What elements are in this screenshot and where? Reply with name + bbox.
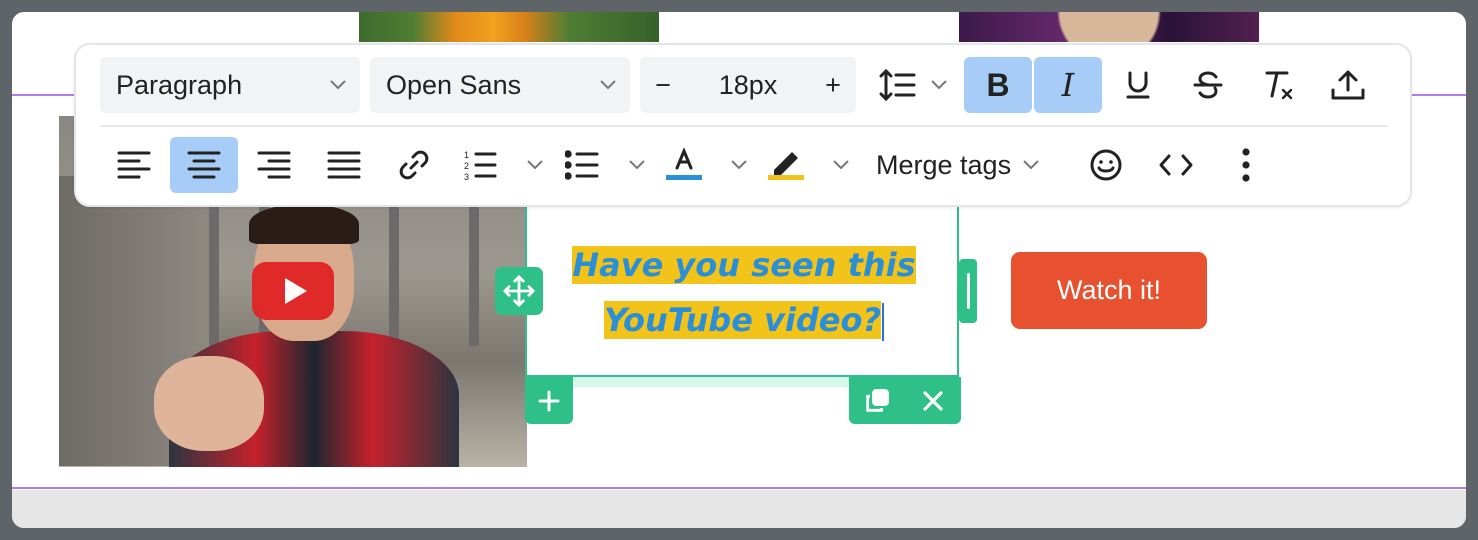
justify-icon <box>327 151 361 179</box>
italic-icon: I <box>1061 66 1075 104</box>
watch-it-button[interactable]: Watch it! <box>1011 252 1207 329</box>
line-height-button[interactable] <box>870 57 926 113</box>
toolbar-divider <box>100 125 1388 127</box>
clear-formatting-icon <box>1265 71 1293 100</box>
highlight-color-dropdown[interactable] <box>826 137 856 193</box>
thumb-hand <box>154 356 264 451</box>
underline-icon <box>1126 71 1150 99</box>
underline-button[interactable] <box>1104 57 1172 113</box>
more-options-button[interactable] <box>1212 137 1280 193</box>
svg-text:1: 1 <box>464 150 469 160</box>
align-right-icon <box>257 151 291 179</box>
line-height-icon <box>879 68 916 102</box>
link-button[interactable] <box>380 137 448 193</box>
emoji-icon <box>1090 149 1122 181</box>
resize-handle[interactable] <box>959 259 977 323</box>
chevron-down-icon <box>833 160 849 170</box>
duplicate-icon <box>866 388 889 412</box>
heading-text[interactable]: Have you seen this YouTube video? <box>527 238 961 348</box>
strikethrough-button[interactable] <box>1174 57 1242 113</box>
text-block-selected[interactable]: Have you seen this YouTube video? <box>525 192 959 377</box>
heading-line-2: YouTube video? <box>603 301 882 339</box>
font-family-select[interactable]: Open Sans <box>370 57 630 113</box>
align-left-button[interactable] <box>100 137 168 193</box>
svg-text:3: 3 <box>464 172 469 182</box>
cat-space-image[interactable] <box>959 12 1259 42</box>
thumb-hair <box>249 204 359 244</box>
highlighter-icon <box>768 152 804 180</box>
add-block-button[interactable] <box>525 377 573 424</box>
duplicate-button[interactable] <box>849 377 905 424</box>
align-right-button[interactable] <box>240 137 308 193</box>
align-center-icon <box>187 151 221 179</box>
italic-button[interactable]: I <box>1034 57 1102 113</box>
code-icon <box>1159 154 1193 176</box>
delete-button[interactable] <box>905 377 961 424</box>
upload-tray-icon <box>1331 70 1365 100</box>
bullet-list-dropdown[interactable] <box>622 137 652 193</box>
text-formatting-toolbar: Paragraph Open Sans − 18px + B I 1 2 3 M… <box>74 43 1412 207</box>
numbered-list-dropdown[interactable] <box>520 137 550 193</box>
heading-line-1: Have you seen this <box>572 246 916 284</box>
chevron-down-icon <box>316 79 360 91</box>
move-handle[interactable] <box>495 267 543 315</box>
block-format-value: Paragraph <box>116 69 243 100</box>
font-family-value: Open Sans <box>386 69 522 100</box>
resize-grip <box>966 273 970 309</box>
close-icon <box>923 390 943 411</box>
chevron-down-icon <box>1011 159 1051 171</box>
chevron-down-icon <box>586 79 630 91</box>
chevron-down-icon <box>931 80 947 90</box>
merge-tags-dropdown[interactable]: Merge tags <box>876 137 1051 193</box>
move-arrows-icon <box>503 275 535 307</box>
sunflower-image[interactable] <box>359 12 659 42</box>
merge-tags-label: Merge tags <box>876 149 1012 180</box>
chevron-down-icon <box>731 160 747 170</box>
highlight-color-button[interactable] <box>756 137 816 193</box>
text-color-icon <box>666 148 702 180</box>
font-size-value[interactable]: 18px <box>719 70 778 101</box>
editor-footer-area <box>12 490 1466 528</box>
svg-text:2: 2 <box>464 161 469 171</box>
block-actions <box>849 377 961 424</box>
row-outline-bottom <box>12 487 1466 489</box>
increase-font-size-button[interactable]: + <box>810 70 856 101</box>
chevron-down-icon <box>527 160 543 170</box>
youtube-play-button[interactable] <box>252 262 334 320</box>
text-color-dropdown[interactable] <box>724 137 754 193</box>
more-vertical-icon <box>1242 148 1250 182</box>
source-code-button[interactable] <box>1142 137 1210 193</box>
line-height-dropdown[interactable] <box>924 57 954 113</box>
block-format-select[interactable]: Paragraph <box>100 57 360 113</box>
bold-icon: B <box>986 66 1010 103</box>
justify-button[interactable] <box>310 137 378 193</box>
numbered-list-icon: 123 <box>464 150 497 182</box>
emoji-button[interactable] <box>1072 137 1140 193</box>
text-cursor <box>882 303 885 341</box>
bullet-list-button[interactable] <box>552 137 612 193</box>
link-icon <box>399 150 429 180</box>
bold-button[interactable]: B <box>964 57 1032 113</box>
email-editor-canvas: Have you seen this YouTube video? Watch … <box>12 12 1466 528</box>
text-color-button[interactable] <box>654 137 714 193</box>
insert-button[interactable] <box>1314 57 1382 113</box>
chevron-down-icon <box>629 160 645 170</box>
align-center-button[interactable] <box>170 137 238 193</box>
font-size-stepper: − 18px + <box>640 57 856 113</box>
decrease-font-size-button[interactable]: − <box>640 70 686 101</box>
strikethrough-icon <box>1193 71 1223 99</box>
bullet-list-icon <box>565 150 599 180</box>
numbered-list-button[interactable]: 123 <box>450 137 510 193</box>
play-icon <box>285 278 307 304</box>
align-left-icon <box>117 151 151 179</box>
clear-formatting-button[interactable] <box>1244 57 1312 113</box>
plus-icon <box>538 390 560 411</box>
